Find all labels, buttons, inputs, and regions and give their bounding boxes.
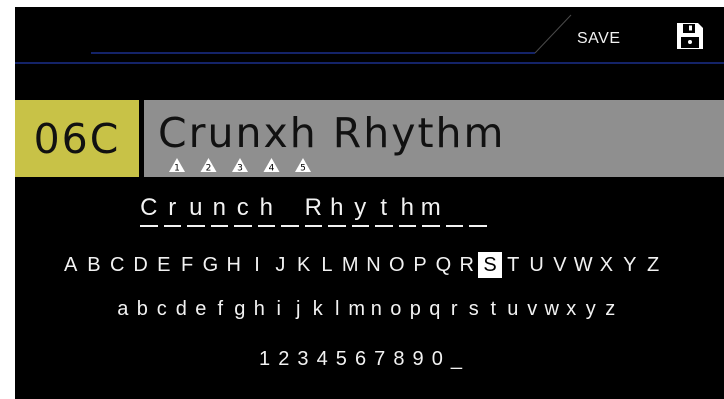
position-marker: 2 (200, 158, 217, 174)
name-char-slot[interactable] (443, 193, 467, 229)
lowercase-key[interactable]: i (269, 296, 289, 322)
uppercase-key[interactable]: F (175, 252, 198, 278)
uppercase-key[interactable]: E (152, 252, 175, 278)
lowercase-key[interactable]: d (172, 296, 192, 322)
uppercase-keyboard: ABCDEFGHIJKLMNOPQRSTUVWXYZ (59, 252, 665, 278)
uppercase-key[interactable]: D (129, 252, 152, 278)
uppercase-key[interactable]: L (315, 252, 338, 278)
name-char-slot[interactable]: c (231, 193, 255, 229)
name-char-slot[interactable]: C (137, 193, 161, 229)
digit-key[interactable]: 0 (428, 346, 447, 372)
position-markers: 1 2 3 4 5 (169, 158, 311, 174)
name-char-slot[interactable]: n (208, 193, 232, 229)
uppercase-key[interactable]: Z (641, 252, 664, 278)
position-marker: 3 (232, 158, 248, 174)
name-editor-screen: SAVE 06C Crunxh Rhythm 12345 CrunchRhyth… (15, 7, 724, 399)
lowercase-key[interactable]: v (523, 296, 543, 322)
lowercase-key[interactable]: s (464, 296, 484, 322)
uppercase-key[interactable]: U (525, 252, 548, 278)
lowercase-key[interactable]: k (308, 296, 328, 322)
digit-key[interactable]: 9 (409, 346, 428, 372)
digit-key[interactable]: 5 (332, 346, 351, 372)
uppercase-key[interactable]: M (339, 252, 362, 278)
uppercase-key[interactable]: B (82, 252, 105, 278)
position-marker-label: 3 (237, 164, 243, 174)
lowercase-key[interactable]: g (230, 296, 250, 322)
name-char-slot[interactable] (466, 193, 490, 229)
lowercase-key[interactable]: y (581, 296, 601, 322)
name-char-slot[interactable]: h (325, 193, 349, 229)
digit-key[interactable]: 3 (293, 346, 312, 372)
lowercase-key[interactable]: r (445, 296, 465, 322)
uppercase-key[interactable]: S (478, 252, 502, 278)
lowercase-key[interactable]: l (328, 296, 348, 322)
name-char-slot[interactable]: h (255, 193, 279, 229)
uppercase-key[interactable]: W (572, 252, 595, 278)
uppercase-key[interactable]: I (245, 252, 268, 278)
position-marker-label: 2 (206, 164, 212, 174)
digit-key[interactable]: _ (447, 346, 466, 372)
name-char-slot[interactable]: u (184, 193, 208, 229)
preset-name: Crunxh Rhythm (158, 109, 506, 157)
lowercase-key[interactable]: q (425, 296, 445, 322)
lowercase-key[interactable]: z (601, 296, 621, 322)
uppercase-key[interactable]: V (548, 252, 571, 278)
lowercase-key[interactable]: e (191, 296, 211, 322)
uppercase-key[interactable]: A (59, 252, 82, 278)
lowercase-key[interactable]: p (406, 296, 426, 322)
uppercase-key[interactable]: N (362, 252, 385, 278)
uppercase-key[interactable]: R (455, 252, 478, 278)
uppercase-key[interactable]: C (106, 252, 129, 278)
lowercase-key[interactable]: h (250, 296, 270, 322)
name-char-slot[interactable]: t (372, 193, 396, 229)
lowercase-key[interactable]: m (347, 296, 367, 322)
lowercase-key[interactable]: b (133, 296, 153, 322)
position-marker-label: 1 (174, 164, 180, 174)
lowercase-key[interactable]: n (367, 296, 387, 322)
lowercase-key[interactable]: c (152, 296, 172, 322)
name-edit-field[interactable]: CrunchRhythm (137, 193, 490, 229)
name-char-slot[interactable]: y (349, 193, 373, 229)
floppy-disk-icon[interactable] (676, 22, 704, 50)
name-char-slot[interactable]: h (396, 193, 420, 229)
name-char-slot[interactable]: r (161, 193, 185, 229)
digit-key[interactable]: 7 (370, 346, 389, 372)
lowercase-key[interactable]: o (386, 296, 406, 322)
uppercase-key[interactable]: Q (432, 252, 455, 278)
digit-key[interactable]: 4 (313, 346, 332, 372)
lowercase-key[interactable]: u (503, 296, 523, 322)
name-char-slot[interactable]: R (302, 193, 326, 229)
lowercase-key[interactable]: w (542, 296, 562, 322)
lowercase-key[interactable]: t (484, 296, 504, 322)
uppercase-key[interactable]: P (408, 252, 431, 278)
lowercase-key[interactable]: a (113, 296, 133, 322)
position-marker: 5 (295, 158, 311, 174)
digit-keyboard: 1 2 3 4 5 6 7 8 9 0 _ (255, 346, 466, 372)
lowercase-key[interactable]: x (562, 296, 582, 322)
position-marker: 1 (169, 158, 185, 174)
lowercase-key[interactable]: f (211, 296, 231, 322)
lowercase-keyboard: abcdefghijklmnopqrstuvwxyz (113, 296, 620, 322)
preset-number: 06C (15, 100, 139, 177)
name-char-slot[interactable] (278, 193, 302, 229)
digit-key[interactable]: 1 (255, 346, 274, 372)
uppercase-key[interactable]: T (502, 252, 525, 278)
digit-key[interactable]: 6 (351, 346, 370, 372)
lowercase-key[interactable]: j (289, 296, 309, 322)
digit-key[interactable]: 8 (389, 346, 408, 372)
name-char-slot[interactable]: m (419, 193, 443, 229)
save-button[interactable]: SAVE (577, 30, 621, 48)
uppercase-key[interactable]: J (269, 252, 292, 278)
uppercase-key[interactable]: K (292, 252, 315, 278)
position-marker-label: 5 (300, 164, 306, 174)
uppercase-key[interactable]: O (385, 252, 408, 278)
digit-key[interactable]: 2 (274, 346, 293, 372)
uppercase-key[interactable]: H (222, 252, 245, 278)
uppercase-key[interactable]: Y (618, 252, 641, 278)
uppercase-key[interactable]: G (199, 252, 222, 278)
uppercase-key[interactable]: X (595, 252, 618, 278)
position-marker: 4 (263, 158, 280, 174)
position-marker-label: 4 (269, 164, 275, 174)
